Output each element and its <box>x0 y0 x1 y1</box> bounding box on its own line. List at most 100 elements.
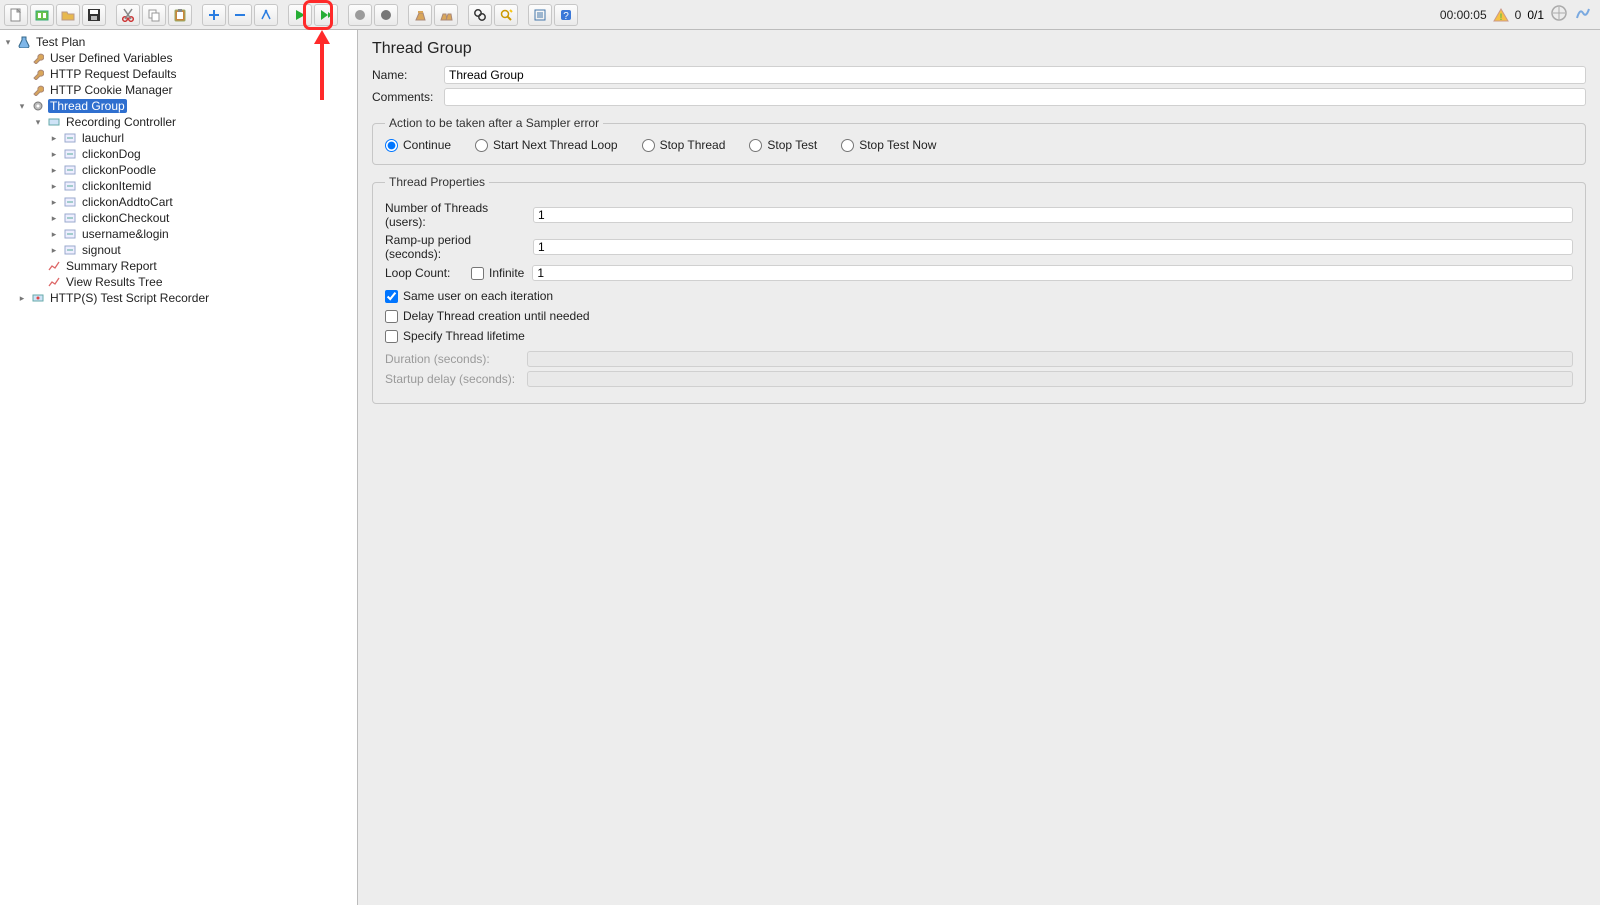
infinite-check[interactable]: Infinite <box>471 266 524 280</box>
tree-label: clickonDog <box>80 147 143 161</box>
tree-twisty[interactable]: ▾ <box>32 117 44 128</box>
clear-all-button[interactable] <box>434 4 458 26</box>
templates-button[interactable] <box>30 4 54 26</box>
warning-count: 0 <box>1515 8 1522 22</box>
tree-item-http-defaults[interactable]: HTTP Request Defaults <box>0 66 357 82</box>
sampler-icon <box>62 163 78 177</box>
sampler-icon <box>62 131 78 145</box>
cut-button[interactable] <box>116 4 140 26</box>
paste-button[interactable] <box>168 4 192 26</box>
new-file-button[interactable] <box>4 4 28 26</box>
tree-label: User Defined Variables <box>48 51 175 65</box>
tree-label: View Results Tree <box>64 275 165 289</box>
tree-label: HTTP(S) Test Script Recorder <box>48 291 211 305</box>
stop-button[interactable] <box>348 4 372 26</box>
num-threads-input[interactable] <box>533 207 1573 223</box>
same-user-check[interactable]: Same user on each iteration <box>385 289 1573 303</box>
tree-label: Recording Controller <box>64 115 178 129</box>
start-button[interactable] <box>288 4 312 26</box>
sampler-icon <box>62 195 78 209</box>
collapse-button[interactable] <box>228 4 252 26</box>
tree-item-sampler[interactable]: ▸username&login <box>0 226 357 242</box>
radio-start-next[interactable]: Start Next Thread Loop <box>475 138 618 152</box>
comments-input[interactable] <box>444 88 1586 106</box>
radio-stop-thread[interactable]: Stop Thread <box>642 138 726 152</box>
tree-item-sampler[interactable]: ▸signout <box>0 242 357 258</box>
chart-icon <box>46 275 62 289</box>
svg-text:?: ? <box>563 11 569 22</box>
radio-stop-test-now[interactable]: Stop Test Now <box>841 138 936 152</box>
tree-label: signout <box>80 243 123 257</box>
controller-icon <box>46 115 62 129</box>
thread-props-fieldset: Thread Properties Number of Threads (use… <box>372 175 1586 404</box>
search-button[interactable] <box>468 4 492 26</box>
toggle-button[interactable] <box>254 4 278 26</box>
copy-button[interactable] <box>142 4 166 26</box>
open-button[interactable] <box>56 4 80 26</box>
tree-item-view-results[interactable]: View Results Tree <box>0 274 357 290</box>
ramp-input[interactable] <box>533 239 1573 255</box>
tree-item-recorder[interactable]: ▸HTTP(S) Test Script Recorder <box>0 290 357 306</box>
tree-label: Thread Group <box>48 99 127 113</box>
wrench-icon <box>30 67 46 81</box>
tree-item-udv[interactable]: User Defined Variables <box>0 50 357 66</box>
duration-label: Duration (seconds): <box>385 352 519 366</box>
tree-item-sampler[interactable]: ▸clickonDog <box>0 146 357 162</box>
radio-continue[interactable]: Continue <box>385 138 451 152</box>
tree-item-sampler[interactable]: ▸clickonPoodle <box>0 162 357 178</box>
warning-icon[interactable]: ! <box>1493 8 1509 22</box>
tree-item-thread-group[interactable]: ▾ Thread Group <box>0 98 357 114</box>
tree-label: HTTP Request Defaults <box>48 67 179 81</box>
elapsed-time: 00:00:05 <box>1440 8 1487 22</box>
svg-text:!: ! <box>1499 12 1502 22</box>
wrench-icon <box>30 51 46 65</box>
tree-label: clickonAddtoCart <box>80 195 175 209</box>
editor-pane: Thread Group Name: Comments: Action to b… <box>358 30 1600 905</box>
tree-item-sampler[interactable]: ▸clickonAddtoCart <box>0 194 357 210</box>
start-no-pause-button[interactable] <box>314 4 338 26</box>
tree-item-sampler[interactable]: ▸clickonItemid <box>0 178 357 194</box>
sampler-icon <box>62 179 78 193</box>
tree-pane[interactable]: ▾ Test Plan User Defined Variables HTTP … <box>0 30 358 905</box>
wrench-icon <box>30 83 46 97</box>
ramp-label: Ramp-up period (seconds): <box>385 233 525 261</box>
save-button[interactable] <box>82 4 106 26</box>
tree-twisty[interactable]: ▾ <box>2 37 14 48</box>
function-helper-button[interactable] <box>528 4 552 26</box>
tree-label: clickonItemid <box>80 179 153 193</box>
tree-label: clickonPoodle <box>80 163 158 177</box>
comments-label: Comments: <box>372 90 434 104</box>
toolbar: ? 00:00:05 ! 0 0/1 <box>0 0 1600 30</box>
tree-item-summary-report[interactable]: Summary Report <box>0 258 357 274</box>
expand-button[interactable] <box>202 4 226 26</box>
page-title: Thread Group <box>372 40 1586 58</box>
recorder-icon <box>30 291 46 305</box>
name-label: Name: <box>372 68 434 82</box>
tree-label: username&login <box>80 227 171 241</box>
tree-twisty[interactable]: ▾ <box>16 101 28 112</box>
radio-stop-test[interactable]: Stop Test <box>749 138 817 152</box>
thread-props-legend: Thread Properties <box>385 175 489 189</box>
tree-label: Summary Report <box>64 259 159 273</box>
shutdown-button[interactable] <box>374 4 398 26</box>
tree-item-recording-controller[interactable]: ▾ Recording Controller <box>0 114 357 130</box>
tree-item-sampler[interactable]: ▸clickonCheckout <box>0 210 357 226</box>
tree-label: HTTP Cookie Manager <box>48 83 175 97</box>
tree-item-cookie-mgr[interactable]: HTTP Cookie Manager <box>0 82 357 98</box>
reset-search-button[interactable] <box>494 4 518 26</box>
sampler-icon <box>62 211 78 225</box>
delay-check[interactable]: Delay Thread creation until needed <box>385 309 1573 323</box>
tree-item-test-plan[interactable]: ▾ Test Plan <box>0 34 357 50</box>
thread-ratio: 0/1 <box>1527 8 1544 22</box>
name-input[interactable] <box>444 66 1586 84</box>
loop-input[interactable] <box>532 265 1573 281</box>
specify-lifetime-check[interactable]: Specify Thread lifetime <box>385 329 1573 343</box>
clear-one-button[interactable] <box>408 4 432 26</box>
duration-input <box>527 351 1573 367</box>
chart-icon <box>46 259 62 273</box>
num-threads-label: Number of Threads (users): <box>385 201 525 229</box>
sampler-icon <box>62 227 78 241</box>
tree-item-sampler[interactable]: ▸lauchurl <box>0 130 357 146</box>
tree-label: lauchurl <box>80 131 126 145</box>
help-button[interactable]: ? <box>554 4 578 26</box>
